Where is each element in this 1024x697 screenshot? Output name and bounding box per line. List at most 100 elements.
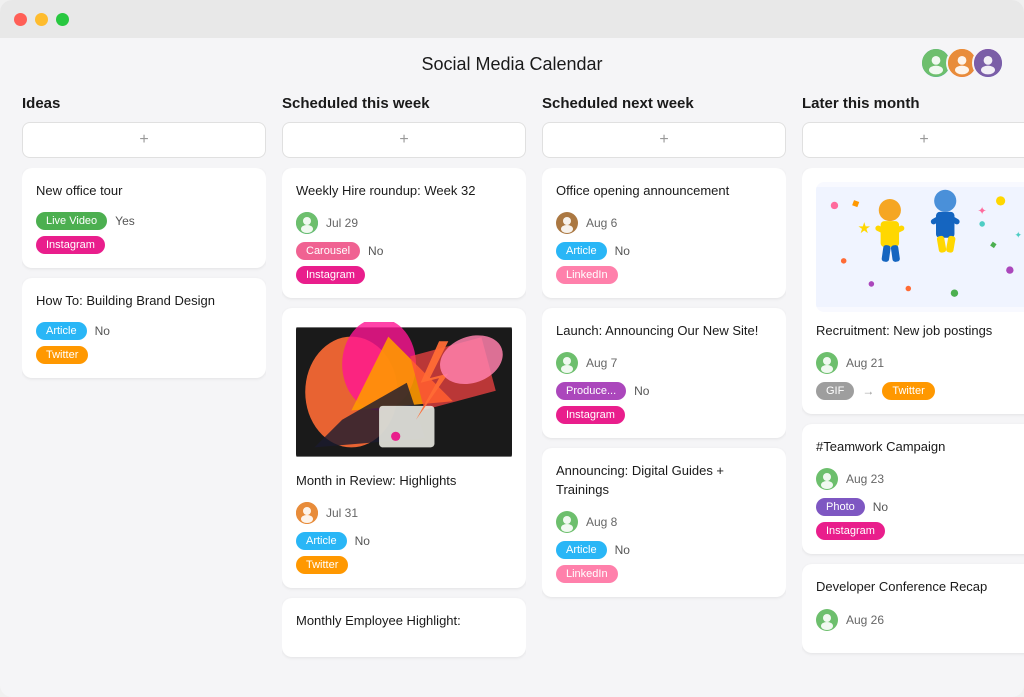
meta-avatar [816,352,838,374]
arrow-icon: → [862,384,874,398]
tag-live-video: Live Video [36,212,107,230]
tags-row-2: Twitter [296,556,512,574]
card-meta: Jul 29 [296,212,512,234]
meta-avatar [556,352,578,374]
yes-no-label: No [615,244,630,258]
avatar [972,47,1004,79]
board: Ideas + New office tour Live Video Yes I… [0,87,1024,697]
tags-row: Live Video Yes [36,212,252,230]
column-header-ideas: Ideas [22,87,266,122]
card-title: Month in Review: Highlights [296,472,512,490]
card-title: Recruitment: New job postings [816,322,1024,340]
card-launch-new-site: Launch: Announcing Our New Site! Aug 7 P… [542,308,786,438]
card-digital-guides: Announcing: Digital Guides + Trainings A… [542,448,786,596]
card-office-opening: Office opening announcement Aug 6 Articl… [542,168,786,298]
card-month-review: Month in Review: Highlights Jul 31 Artic… [282,308,526,588]
svg-text:✦: ✦ [1014,230,1022,240]
cards-ideas: New office tour Live Video Yes Instagram… [22,168,266,683]
card-title: #Teamwork Campaign [816,438,1024,456]
tags-row-2: LinkedIn [556,565,772,583]
card-meta: Aug 6 [556,212,772,234]
card-title: Monthly Employee Highlight: [296,612,512,630]
header: Social Media Calendar [0,38,1024,87]
meta-avatar [556,212,578,234]
tag-twitter: Twitter [296,556,348,574]
meta-date: Aug 7 [586,356,617,370]
card-teamwork-campaign: #Teamwork Campaign Aug 23 Photo No Insta… [802,424,1024,554]
titlebar [0,0,1024,38]
card-meta: Aug 21 [816,352,1024,374]
tag-article: Article [296,532,347,550]
tags-row: Article No [556,541,772,559]
tags-row: Article No [556,242,772,260]
meta-avatar [816,468,838,490]
tags-row: Article No [296,532,512,550]
card-recruitment: ★ ✦ ✦ Recruitment: New job postings [802,168,1024,414]
card-image-celebration: ★ ✦ ✦ [816,182,1024,312]
card-title: How To: Building Brand Design [36,292,252,310]
avatar-group [920,47,1004,79]
cards-scheduled-week: Weekly Hire roundup: Week 32 Jul 29 Caro… [282,168,526,683]
meta-avatar [296,212,318,234]
column-header-later-month: Later this month [802,87,1024,122]
svg-text:★: ★ [858,221,871,237]
tag-linkedin: LinkedIn [556,565,618,583]
minimize-button[interactable] [35,13,48,26]
column-scheduled-next-week: Scheduled next week + Office opening ann… [534,87,794,683]
add-card-ideas[interactable]: + [22,122,266,158]
card-weekly-hire: Weekly Hire roundup: Week 32 Jul 29 Caro… [282,168,526,298]
tags-row-2: Instagram [296,266,512,284]
card-title: New office tour [36,182,252,200]
svg-text:✦: ✦ [978,206,987,218]
card-title: Developer Conference Recap [816,578,1024,596]
yes-no-label: No [873,500,888,514]
tag-instagram: Instagram [816,522,885,540]
yes-no-label: No [368,244,383,258]
maximize-button[interactable] [56,13,69,26]
add-card-later-month[interactable]: + [802,122,1024,158]
tags-row-2: Instagram [36,236,252,254]
yes-no-label: No [615,543,630,557]
page-title: Social Media Calendar [421,54,602,75]
meta-avatar [296,502,318,524]
tag-carousel: Carousel [296,242,360,260]
tags-row: Photo No [816,498,1024,516]
tag-article: Article [556,541,607,559]
tag-produce: Produce... [556,382,626,400]
add-card-scheduled-next-week[interactable]: + [542,122,786,158]
meta-date: Jul 31 [326,506,358,520]
tags-row-2: Twitter [36,346,252,364]
add-card-scheduled-week[interactable]: + [282,122,526,158]
yes-no-label: No [355,534,370,548]
yes-no-label: No [634,384,649,398]
column-header-scheduled-next-week: Scheduled next week [542,87,786,122]
meta-date: Aug 23 [846,472,884,486]
card-title: Weekly Hire roundup: Week 32 [296,182,512,200]
card-meta: Aug 23 [816,468,1024,490]
meta-avatar [816,609,838,631]
tag-twitter: Twitter [36,346,88,364]
card-title: Office opening announcement [556,182,772,200]
meta-avatar [556,511,578,533]
tags-row: Carousel No [296,242,512,260]
card-meta: Aug 8 [556,511,772,533]
yes-no-label: Yes [115,214,135,228]
tag-instagram: Instagram [296,266,365,284]
tag-instagram: Instagram [36,236,105,254]
tag-linkedin: LinkedIn [556,266,618,284]
meta-date: Aug 26 [846,613,884,627]
column-header-scheduled-week: Scheduled this week [282,87,526,122]
card-image [296,322,512,462]
card-new-office-tour: New office tour Live Video Yes Instagram [22,168,266,268]
yes-no-label: No [95,324,110,338]
meta-date: Aug 6 [586,216,617,230]
tags-row-2: Instagram [816,522,1024,540]
card-title: Announcing: Digital Guides + Trainings [556,462,772,498]
close-button[interactable] [14,13,27,26]
card-title: Launch: Announcing Our New Site! [556,322,772,340]
tag-gif: GIF [816,382,854,400]
tag-article: Article [36,322,87,340]
tags-row: GIF → Twitter [816,382,1024,400]
cards-scheduled-next-week: Office opening announcement Aug 6 Articl… [542,168,786,683]
meta-date: Jul 29 [326,216,358,230]
